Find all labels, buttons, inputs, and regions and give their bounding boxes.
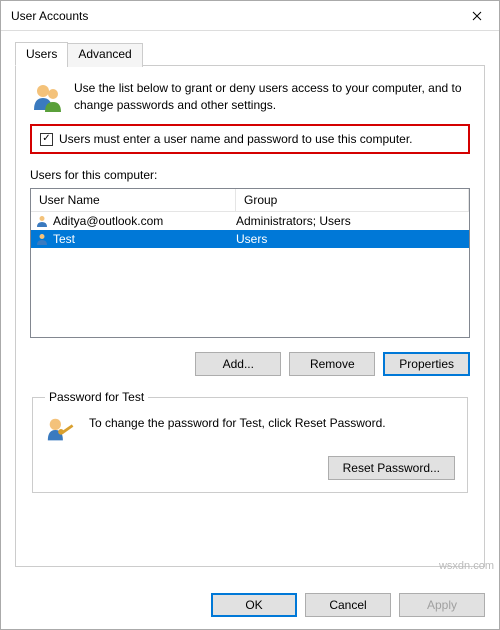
key-icon [45, 414, 77, 446]
remove-button[interactable]: Remove [289, 352, 375, 376]
window-title: User Accounts [11, 9, 88, 23]
password-group-legend: Password for Test [45, 390, 148, 404]
cell-username: Aditya@outlook.com [53, 214, 163, 228]
require-password-checkbox[interactable]: ✓ [40, 133, 53, 146]
password-group-text: To change the password for Test, click R… [89, 414, 455, 430]
close-icon [472, 11, 482, 21]
checkmark-icon: ✓ [42, 134, 50, 144]
cell-group: Administrators; Users [236, 214, 465, 228]
users-icon [30, 80, 64, 114]
reset-password-button[interactable]: Reset Password... [328, 456, 455, 480]
watermark: wsxdn.com [439, 560, 494, 572]
cancel-button[interactable]: Cancel [305, 593, 391, 617]
users-list-label: Users for this computer: [30, 168, 470, 182]
users-list-header: User Name Group [31, 189, 469, 212]
add-button[interactable]: Add... [195, 352, 281, 376]
apply-button[interactable]: Apply [399, 593, 485, 617]
user-icon [35, 214, 49, 228]
require-password-label: Users must enter a user name and passwor… [59, 132, 413, 146]
users-list[interactable]: User Name Group Aditya@outlook.com Admin… [30, 188, 470, 338]
dialog-footer: OK Cancel Apply [1, 581, 499, 629]
close-button[interactable] [454, 1, 499, 31]
ok-button[interactable]: OK [211, 593, 297, 617]
tab-users[interactable]: Users [15, 42, 68, 66]
titlebar: User Accounts [1, 1, 499, 31]
tab-strip: Users Advanced [15, 41, 485, 66]
tab-advanced[interactable]: Advanced [67, 43, 142, 67]
intro-row: Use the list below to grant or deny user… [30, 80, 470, 114]
content-area: Users Advanced Use the list below to gra… [1, 31, 499, 581]
user-icon [35, 232, 49, 246]
intro-text: Use the list below to grant or deny user… [74, 80, 470, 114]
tab-panel-users: Use the list below to grant or deny user… [15, 66, 485, 567]
column-header-group[interactable]: Group [236, 189, 469, 211]
properties-button[interactable]: Properties [383, 352, 470, 376]
user-accounts-window: User Accounts Users Advanced Use the lis… [0, 0, 500, 630]
cell-username: Test [53, 232, 75, 246]
users-button-row: Add... Remove Properties [30, 352, 470, 376]
column-header-username[interactable]: User Name [31, 189, 236, 211]
cell-group: Users [236, 232, 465, 246]
table-row[interactable]: Aditya@outlook.com Administrators; Users [31, 212, 469, 230]
require-password-row: ✓ Users must enter a user name and passw… [30, 124, 470, 154]
table-row[interactable]: Test Users [31, 230, 469, 248]
password-group: Password for Test To change the password… [32, 390, 468, 493]
